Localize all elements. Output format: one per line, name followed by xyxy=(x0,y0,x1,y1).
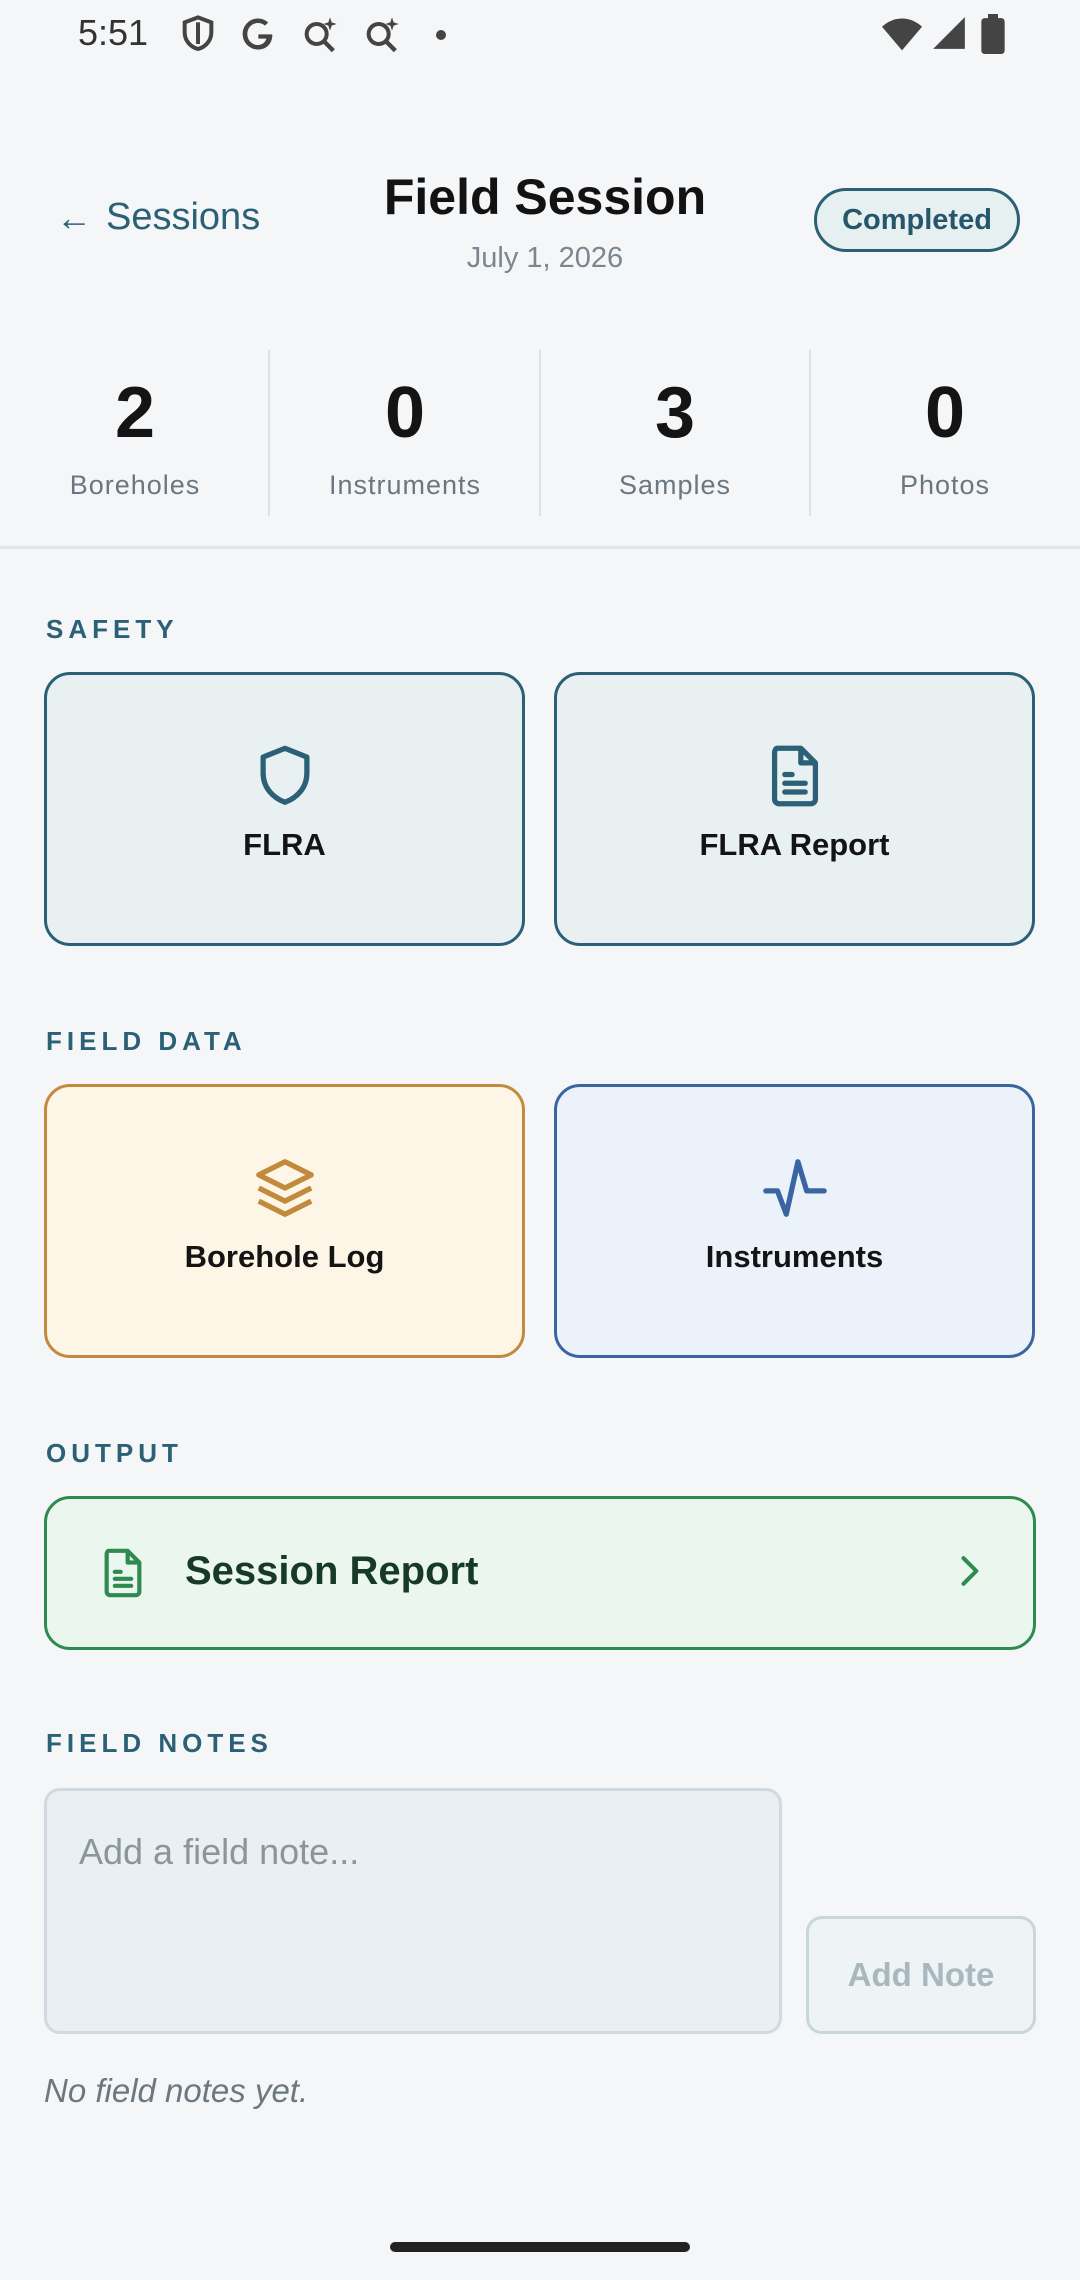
stat-samples: 3 Samples xyxy=(540,350,810,520)
tile-label: FLRA Report xyxy=(699,827,890,862)
wifi-icon xyxy=(882,18,922,51)
activity-icon xyxy=(762,1159,827,1217)
borehole-log-tile[interactable]: Borehole Log xyxy=(44,1084,525,1358)
dot-icon xyxy=(436,30,446,40)
stat-label: Photos xyxy=(899,470,991,500)
session-report-label: Session Report xyxy=(185,1549,479,1593)
flra-report-tile[interactable]: FLRA Report xyxy=(554,672,1035,946)
section-label-output: OUTPUT xyxy=(46,1438,183,1468)
stat-photos: 0 Photos xyxy=(810,350,1080,520)
stat-instruments: 0 Instruments xyxy=(270,350,540,520)
home-indicator[interactable] xyxy=(390,2242,690,2252)
chevron-right-icon xyxy=(961,1556,979,1586)
section-label-field-notes: FIELD NOTES xyxy=(46,1728,273,1758)
document-icon xyxy=(104,1548,142,1598)
stat-label: Boreholes xyxy=(69,470,201,500)
stat-label: Samples xyxy=(618,470,732,500)
tile-label: Instruments xyxy=(705,1239,884,1274)
stat-value: 0 xyxy=(924,373,966,453)
stat-boreholes: 2 Boreholes xyxy=(0,350,270,520)
session-stats: 2 Boreholes 0 Instruments 3 Samples 0 Ph… xyxy=(0,350,1080,549)
tile-label: Borehole Log xyxy=(184,1239,385,1274)
session-date: July 1, 2026 xyxy=(466,242,624,274)
back-to-sessions-link[interactable]: ← Sessions xyxy=(56,196,260,239)
empty-notes-message: No field notes yet. xyxy=(44,2072,309,2109)
search-sparkle-icon xyxy=(366,17,399,53)
status-bar: 5:51 xyxy=(0,0,1080,70)
signal-icon xyxy=(933,17,965,49)
section-label-safety: SAFETY xyxy=(46,614,179,644)
tile-label: FLRA xyxy=(243,827,326,862)
document-icon xyxy=(771,745,818,807)
left-arrow-icon: ← xyxy=(56,196,92,238)
stat-label: Instruments xyxy=(328,470,482,500)
shield-status-icon xyxy=(182,15,214,52)
battery-icon xyxy=(981,14,1005,54)
layers-icon xyxy=(255,1159,314,1217)
stat-value: 2 xyxy=(114,373,156,453)
flra-tile[interactable]: FLRA xyxy=(44,672,525,946)
stat-value: 3 xyxy=(654,373,696,453)
add-note-button[interactable]: Add Note xyxy=(806,1916,1036,2034)
session-report-button[interactable]: Session Report xyxy=(44,1496,1036,1650)
shield-icon xyxy=(260,745,309,805)
status-time: 5:51 xyxy=(78,12,149,53)
stat-value: 0 xyxy=(384,373,426,453)
google-icon xyxy=(242,18,273,50)
status-badge: Completed xyxy=(814,188,1020,252)
section-label-field-data: FIELD DATA xyxy=(46,1026,247,1056)
search-sparkle-icon xyxy=(304,17,337,53)
page-title: Field Session xyxy=(383,169,707,225)
field-note-input[interactable] xyxy=(44,1788,782,2034)
back-link-label: Sessions xyxy=(106,196,261,238)
instruments-tile[interactable]: Instruments xyxy=(554,1084,1035,1358)
